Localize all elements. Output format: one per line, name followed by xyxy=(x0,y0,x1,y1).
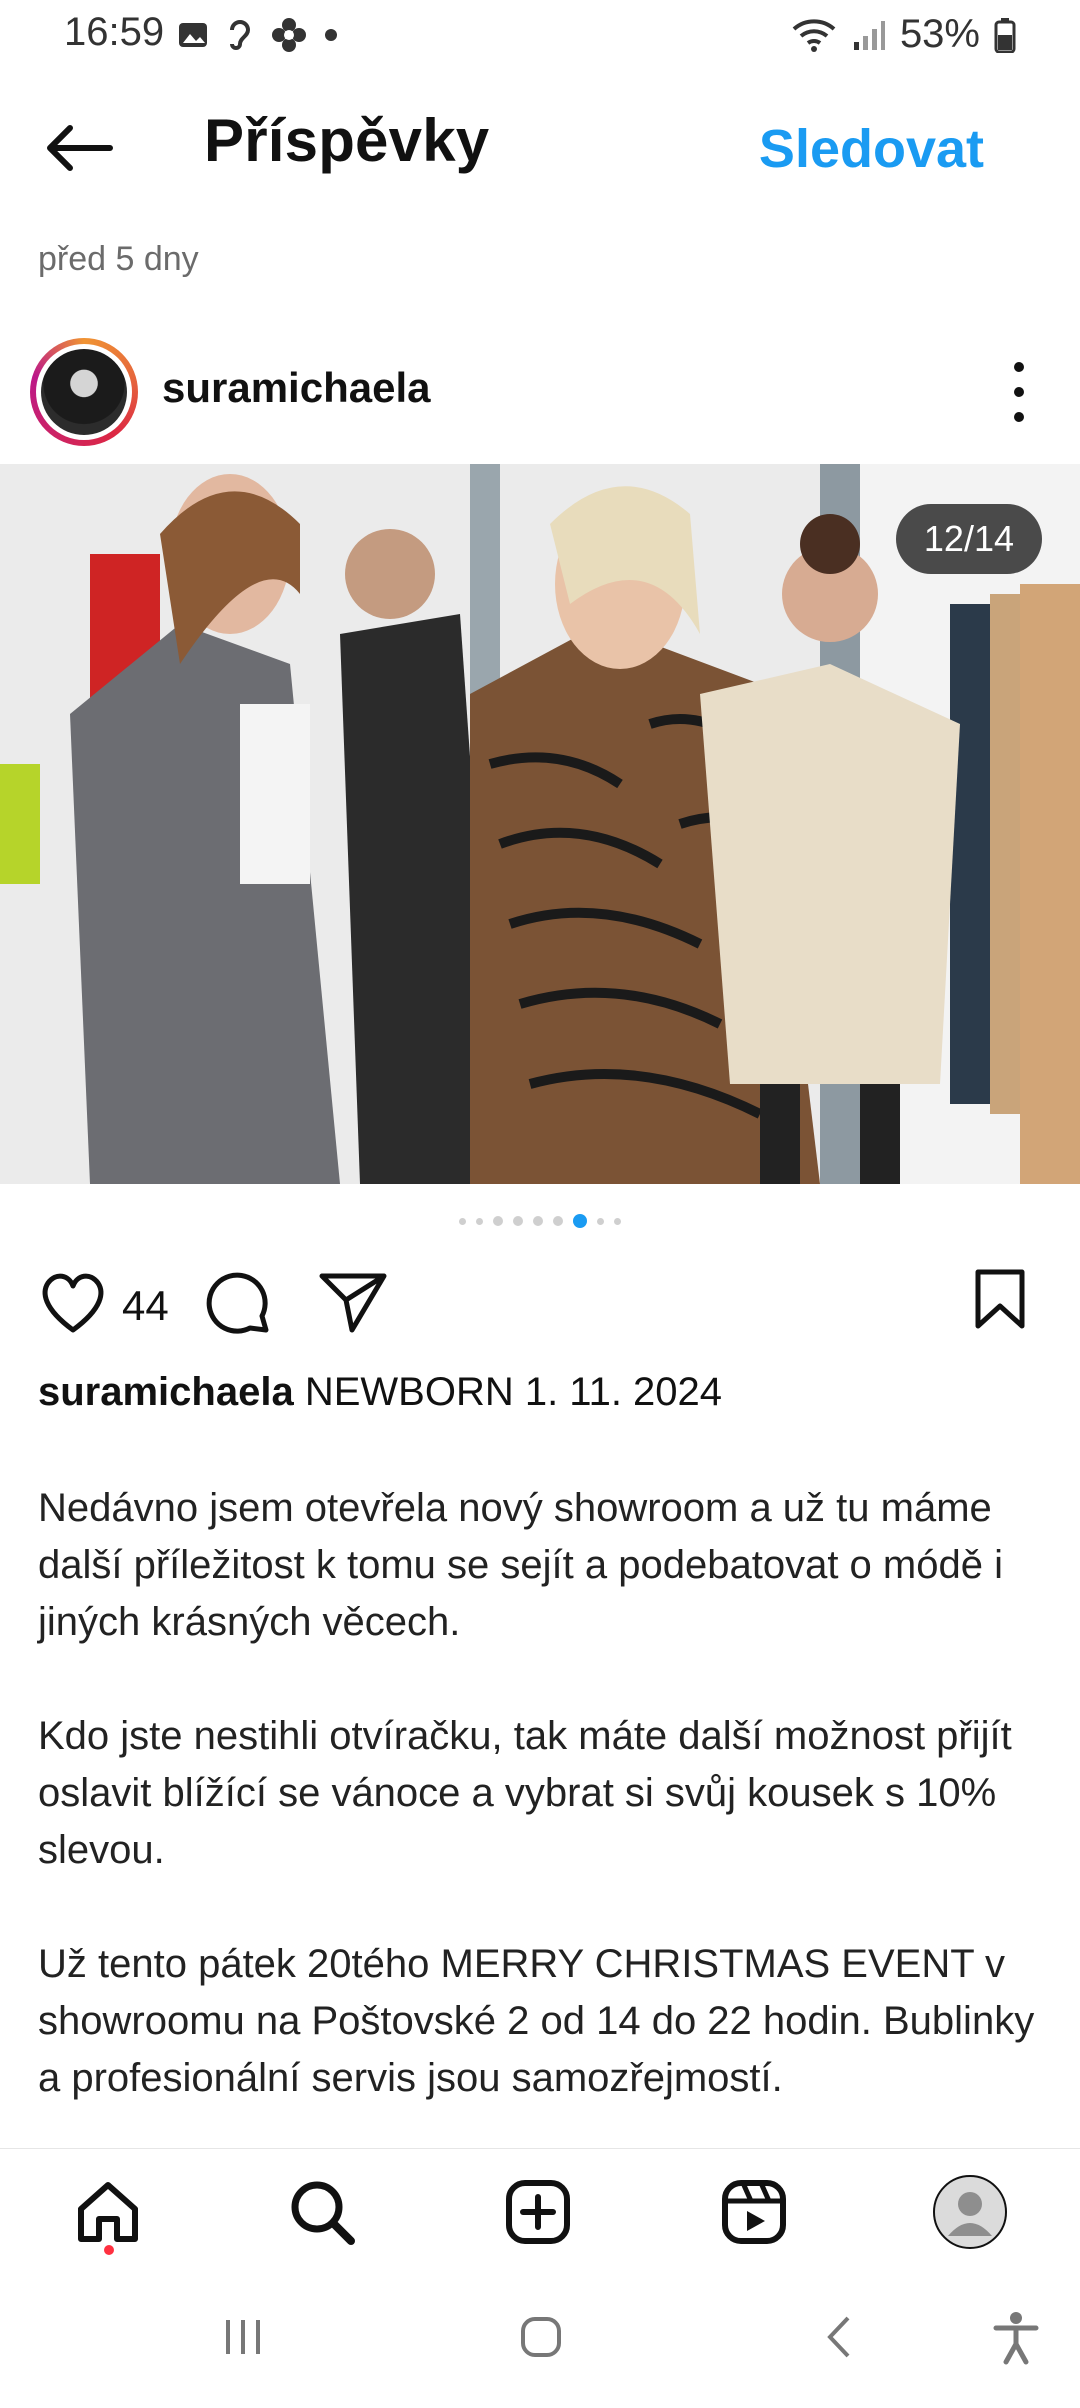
flower-icon xyxy=(272,18,306,52)
caption-username[interactable]: suramichaela xyxy=(38,1370,294,1414)
carousel-dot-active xyxy=(573,1214,587,1228)
like-count[interactable]: 44 xyxy=(122,1282,169,1330)
status-icons-left xyxy=(176,16,338,54)
carousel-dot xyxy=(493,1216,503,1226)
caption-paragraph-1: Nedávno jsem otevřela nový showroom a už… xyxy=(38,1486,1003,1644)
add-post-icon xyxy=(506,2180,570,2244)
status-time: 16:59 xyxy=(64,10,165,54)
carousel-dot xyxy=(597,1217,604,1225)
caption-headline: suramichaela NEWBORN 1. 11. 2024 xyxy=(38,1370,722,1415)
battery-icon xyxy=(994,17,1016,53)
recent-apps-icon xyxy=(226,2320,260,2354)
carousel-dot xyxy=(614,1217,621,1225)
reels-icon xyxy=(722,2180,786,2244)
comment-icon xyxy=(206,1272,269,1334)
signal-icon xyxy=(853,20,885,50)
carousel-dot xyxy=(476,1217,483,1225)
carousel-dot xyxy=(553,1216,563,1226)
comment-button[interactable] xyxy=(204,1270,274,1345)
caption-headline-text: NEWBORN 1. 11. 2024 xyxy=(304,1370,723,1414)
status-bar: 16:59 53% xyxy=(0,0,1080,72)
search-icon xyxy=(291,2181,355,2245)
nav-profile[interactable] xyxy=(930,2172,1010,2252)
page-title: Příspěvky xyxy=(204,107,490,174)
nav-home[interactable] xyxy=(68,2172,148,2252)
post-username[interactable]: suramichaela xyxy=(162,364,431,412)
post-image[interactable] xyxy=(0,464,1080,1184)
notification-dot xyxy=(104,2245,114,2255)
ear-icon xyxy=(230,20,251,50)
avatar[interactable] xyxy=(30,338,138,446)
back-button[interactable] xyxy=(40,118,120,178)
heart-icon xyxy=(42,1273,104,1333)
save-button[interactable] xyxy=(972,1268,1028,1335)
carousel-dot xyxy=(459,1217,466,1225)
more-icon xyxy=(1014,362,1024,372)
image-counter: 12/14 xyxy=(895,504,1042,574)
caption-paragraph-3: Už tento pátek 20tého MERRY CHRISTMAS EV… xyxy=(38,1942,1035,2100)
post-time: před 5 dny xyxy=(38,240,199,278)
accessibility-button[interactable] xyxy=(990,2310,1042,2371)
back-system-button[interactable] xyxy=(816,2312,866,2367)
profile-avatar-icon xyxy=(933,2175,1007,2249)
status-icons-right: 53% xyxy=(790,12,1016,57)
gallery-icon xyxy=(179,23,207,47)
battery-percent: 53% xyxy=(899,12,980,56)
accessibility-icon xyxy=(993,2312,1039,2365)
home-system-button[interactable] xyxy=(516,2312,566,2367)
home-icon xyxy=(78,2182,138,2242)
avatar-image xyxy=(41,349,127,435)
more-options-button[interactable] xyxy=(1004,362,1034,422)
wifi-icon xyxy=(792,18,836,52)
nav-create[interactable] xyxy=(498,2172,578,2252)
chevron-left-icon xyxy=(827,2316,850,2358)
home-circle-icon xyxy=(521,2317,561,2357)
follow-button[interactable]: Sledovat xyxy=(759,118,984,180)
nav-reels[interactable] xyxy=(714,2172,794,2252)
bookmark-icon xyxy=(975,1269,1025,1329)
recent-apps-button[interactable] xyxy=(218,2312,268,2367)
nav-search[interactable] xyxy=(282,2172,362,2252)
arrow-left-icon xyxy=(47,125,113,171)
send-icon xyxy=(319,1273,387,1333)
like-button[interactable] xyxy=(38,1270,108,1341)
share-button[interactable] xyxy=(318,1270,388,1341)
caption-paragraph-2: Kdo jste nestihli otvíračku, tak máte da… xyxy=(38,1714,1012,1872)
carousel-indicator xyxy=(0,1214,1080,1228)
dot-icon xyxy=(325,29,337,41)
carousel-dot xyxy=(513,1216,523,1226)
carousel-dot xyxy=(533,1216,543,1226)
